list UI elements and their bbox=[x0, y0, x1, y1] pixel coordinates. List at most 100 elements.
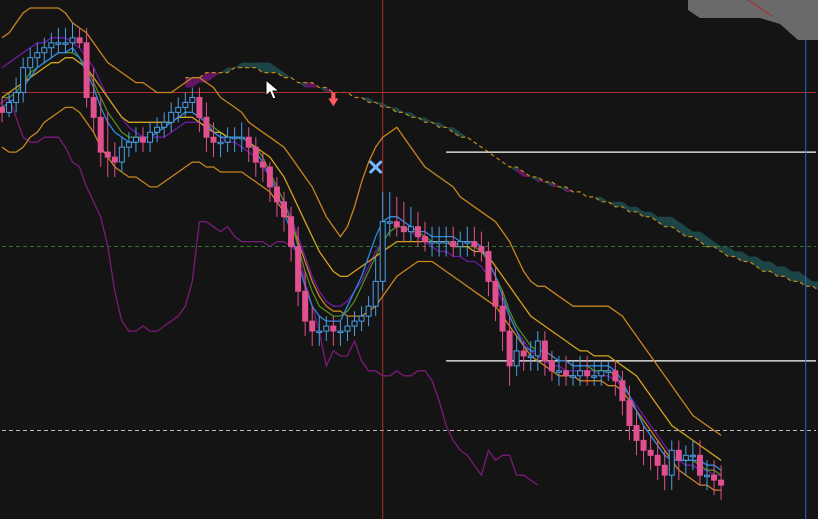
cloud-segment bbox=[629, 206, 637, 212]
candle-body bbox=[288, 216, 295, 248]
candle-body bbox=[520, 350, 527, 357]
candle-body bbox=[111, 156, 118, 163]
candle-body bbox=[718, 479, 725, 486]
candle-body bbox=[429, 241, 436, 244]
candle-body bbox=[210, 136, 217, 143]
candle-body bbox=[704, 474, 710, 478]
candle-body bbox=[661, 464, 668, 476]
candle-body bbox=[598, 370, 605, 377]
candle-body bbox=[97, 116, 104, 153]
candle-body bbox=[147, 131, 154, 143]
candle-body bbox=[83, 42, 90, 98]
candle-body bbox=[372, 280, 379, 307]
candle-body bbox=[330, 325, 337, 332]
candle-body bbox=[55, 42, 62, 45]
cloud-segment bbox=[615, 201, 623, 207]
candle-body bbox=[175, 106, 182, 113]
candle-body bbox=[689, 454, 696, 458]
candle-body bbox=[414, 226, 421, 238]
candle-body bbox=[471, 241, 478, 248]
chart-area[interactable] bbox=[0, 0, 818, 519]
candle-body bbox=[20, 67, 27, 93]
candle-body bbox=[577, 370, 584, 377]
candle-body bbox=[182, 101, 189, 108]
candle-body bbox=[478, 246, 485, 253]
candle-body bbox=[273, 186, 280, 203]
cloud-segment bbox=[262, 62, 270, 73]
candle-body bbox=[485, 251, 492, 282]
candle-body bbox=[0, 106, 5, 113]
candle-body bbox=[654, 454, 661, 466]
candle-body bbox=[104, 151, 111, 158]
candle-body bbox=[6, 101, 13, 113]
candle-body bbox=[499, 305, 506, 332]
candle-body bbox=[584, 370, 591, 377]
candle-body bbox=[266, 166, 273, 188]
candle-body bbox=[69, 37, 76, 44]
candle-body bbox=[344, 325, 351, 332]
candle-body bbox=[457, 241, 464, 248]
candle-body bbox=[132, 136, 139, 143]
candle-body bbox=[527, 355, 534, 358]
candle-body bbox=[563, 370, 569, 377]
candle-body bbox=[386, 221, 393, 224]
candle-body bbox=[513, 350, 520, 367]
cloud-segment bbox=[241, 62, 249, 68]
cloud-segment bbox=[248, 62, 256, 68]
candle-body bbox=[570, 375, 577, 378]
candle-body bbox=[224, 136, 231, 143]
candle-body bbox=[351, 320, 358, 327]
candle-body bbox=[217, 141, 224, 145]
candle-body bbox=[125, 141, 132, 148]
candle-body bbox=[203, 116, 210, 138]
candle-body bbox=[34, 52, 41, 59]
candle-body bbox=[612, 370, 619, 382]
cloud-segment bbox=[664, 216, 672, 227]
candle-body bbox=[711, 474, 718, 481]
candle-body bbox=[76, 37, 83, 44]
candle-body bbox=[189, 96, 196, 103]
candle-body bbox=[238, 136, 245, 140]
candle-body bbox=[358, 315, 365, 322]
candle-body bbox=[506, 330, 513, 367]
candle-body bbox=[443, 241, 450, 244]
candle-body bbox=[534, 340, 541, 357]
candle-body bbox=[62, 42, 69, 45]
candle-body bbox=[407, 226, 414, 233]
candle-body bbox=[154, 126, 161, 133]
candle-body bbox=[245, 136, 252, 148]
chart-background bbox=[0, 0, 818, 519]
candle-body bbox=[118, 146, 125, 163]
candle-body bbox=[231, 136, 238, 140]
candle-body bbox=[13, 91, 20, 103]
candle-body bbox=[48, 42, 55, 49]
candle-body bbox=[626, 400, 633, 426]
cloud-segment bbox=[763, 261, 771, 272]
candle-body bbox=[323, 325, 330, 332]
candle-body bbox=[640, 439, 647, 451]
candle-body bbox=[41, 47, 48, 54]
candle-body bbox=[27, 57, 34, 69]
candle-body bbox=[168, 111, 175, 123]
candle-body bbox=[647, 449, 654, 456]
candlestick-chart[interactable] bbox=[0, 0, 818, 519]
cloud-segment bbox=[305, 82, 313, 88]
candle-body bbox=[379, 221, 386, 282]
candle-body bbox=[316, 330, 323, 334]
candle-body bbox=[365, 305, 372, 317]
candle-body bbox=[140, 136, 146, 143]
candle-body bbox=[668, 449, 675, 476]
candle-body bbox=[422, 236, 428, 243]
candle-body bbox=[90, 96, 97, 118]
candle-body bbox=[548, 360, 555, 372]
cloud-segment bbox=[791, 271, 799, 282]
candle-body bbox=[252, 146, 259, 163]
candle-body bbox=[675, 449, 682, 461]
candle-body bbox=[591, 375, 598, 378]
candle-body bbox=[436, 241, 443, 244]
candle-body bbox=[295, 246, 302, 292]
candle-body bbox=[555, 370, 562, 373]
candle-body bbox=[492, 280, 499, 307]
cloud-segment bbox=[777, 266, 785, 277]
candle-body bbox=[633, 424, 640, 441]
